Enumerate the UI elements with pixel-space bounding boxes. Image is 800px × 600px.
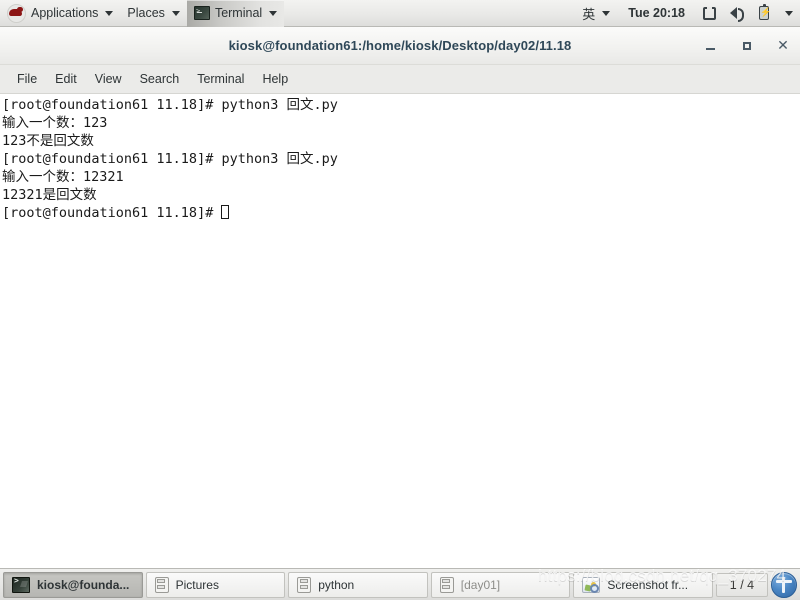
chevron-down-icon [269, 10, 278, 16]
file-manager-icon [297, 576, 312, 593]
file-manager-icon [154, 576, 169, 593]
applications-menu-label: Applications [31, 6, 99, 20]
places-menu[interactable]: Places [120, 0, 187, 27]
menu-item-file[interactable]: File [8, 68, 46, 90]
taskbar-item-label: Screenshot fr... [607, 577, 689, 592]
display-settings-button[interactable] [696, 0, 723, 27]
terminal-line: [root@foundation61 11.18]# python3 回文.py [2, 151, 338, 167]
display-icon [703, 6, 716, 20]
menu-item-edit[interactable]: Edit [46, 68, 86, 90]
input-method-label: 英 [582, 7, 596, 23]
menu-item-search[interactable]: Search [131, 68, 189, 90]
terminal-window: kiosk@foundation61:/home/kiosk/Desktop/d… [0, 27, 800, 568]
taskbar-item-pictures[interactable]: Pictures [145, 571, 286, 598]
window-controls: ✕ [704, 27, 790, 65]
close-button[interactable]: ✕ [776, 39, 790, 53]
window-titlebar[interactable]: kiosk@foundation61:/home/kiosk/Desktop/d… [0, 27, 800, 65]
terminal-line: 12321是回文数 [2, 187, 97, 203]
places-menu-label: Places [127, 6, 165, 20]
accessibility-icon[interactable] [770, 571, 797, 598]
terminal-icon [12, 576, 30, 593]
taskbar: kiosk@founda... Pictures python [day01] … [0, 568, 800, 600]
window-title: kiosk@foundation61:/home/kiosk/Desktop/d… [228, 38, 572, 53]
desktop-screen: Applications Places > Terminal 英 Tue 20:… [0, 0, 800, 600]
terminal-prompt: [root@foundation61 11.18]# [2, 205, 222, 221]
speaker-icon [730, 7, 745, 22]
menu-item-terminal[interactable]: Terminal [188, 68, 253, 90]
clock[interactable]: Tue 20:18 [617, 0, 696, 27]
taskbar-item-label: python [318, 577, 355, 592]
minimize-button[interactable] [704, 39, 718, 53]
terminal-line: 123不是回文数 [2, 133, 94, 149]
taskbar-item-terminal[interactable]: kiosk@founda... [3, 571, 143, 598]
top-panel: Applications Places > Terminal 英 Tue 20:… [0, 0, 800, 27]
terminal-icon: > [193, 6, 210, 20]
taskbar-item-label: Pictures [175, 577, 219, 592]
file-manager-icon [439, 576, 454, 593]
chevron-down-icon [171, 10, 180, 16]
terminal-output-area[interactable]: [root@foundation61 11.18]# python3 回文.py… [0, 94, 800, 566]
battery-button[interactable]: ⚡ [752, 0, 776, 27]
battery-icon: ⚡ [759, 3, 771, 20]
volume-button[interactable] [723, 0, 752, 27]
chevron-down-icon [105, 10, 114, 16]
menu-item-help[interactable]: Help [253, 68, 297, 90]
active-app-menu-terminal[interactable]: > Terminal [186, 0, 285, 27]
taskbar-item-day01[interactable]: [day01] [430, 571, 571, 598]
image-viewer-icon [582, 576, 601, 593]
taskbar-item-python[interactable]: python [288, 571, 428, 598]
redhat-logo-icon [7, 3, 26, 23]
workspace-switcher[interactable]: 1 / 4 [715, 572, 768, 597]
workspace-label: 1 / 4 [729, 577, 755, 592]
menubar: File Edit View Search Terminal Help [0, 65, 800, 94]
chevron-down-icon [785, 10, 793, 16]
applications-menu[interactable]: Applications [0, 0, 120, 27]
taskbar-item-screenshot[interactable]: Screenshot fr... [573, 571, 713, 598]
terminal-prompt-line: [root@foundation61 11.18]# [2, 204, 800, 222]
terminal-line: 输入一个数：123 [2, 115, 108, 131]
taskbar-item-label: kiosk@founda... [37, 577, 130, 592]
maximize-button[interactable] [740, 39, 754, 53]
clock-label: Tue 20:18 [628, 6, 685, 20]
terminal-line: 输入一个数：12321 [2, 169, 124, 185]
system-menu-button[interactable] [776, 0, 800, 27]
taskbar-item-label: [day01] [460, 577, 501, 592]
terminal-cursor [221, 205, 230, 219]
chevron-down-icon [602, 10, 611, 16]
active-app-label: Terminal [214, 6, 263, 20]
input-method-indicator[interactable]: 英 [575, 0, 617, 27]
terminal-line: [root@foundation61 11.18]# python3 回文.py [2, 97, 338, 113]
menu-item-view[interactable]: View [86, 68, 131, 90]
